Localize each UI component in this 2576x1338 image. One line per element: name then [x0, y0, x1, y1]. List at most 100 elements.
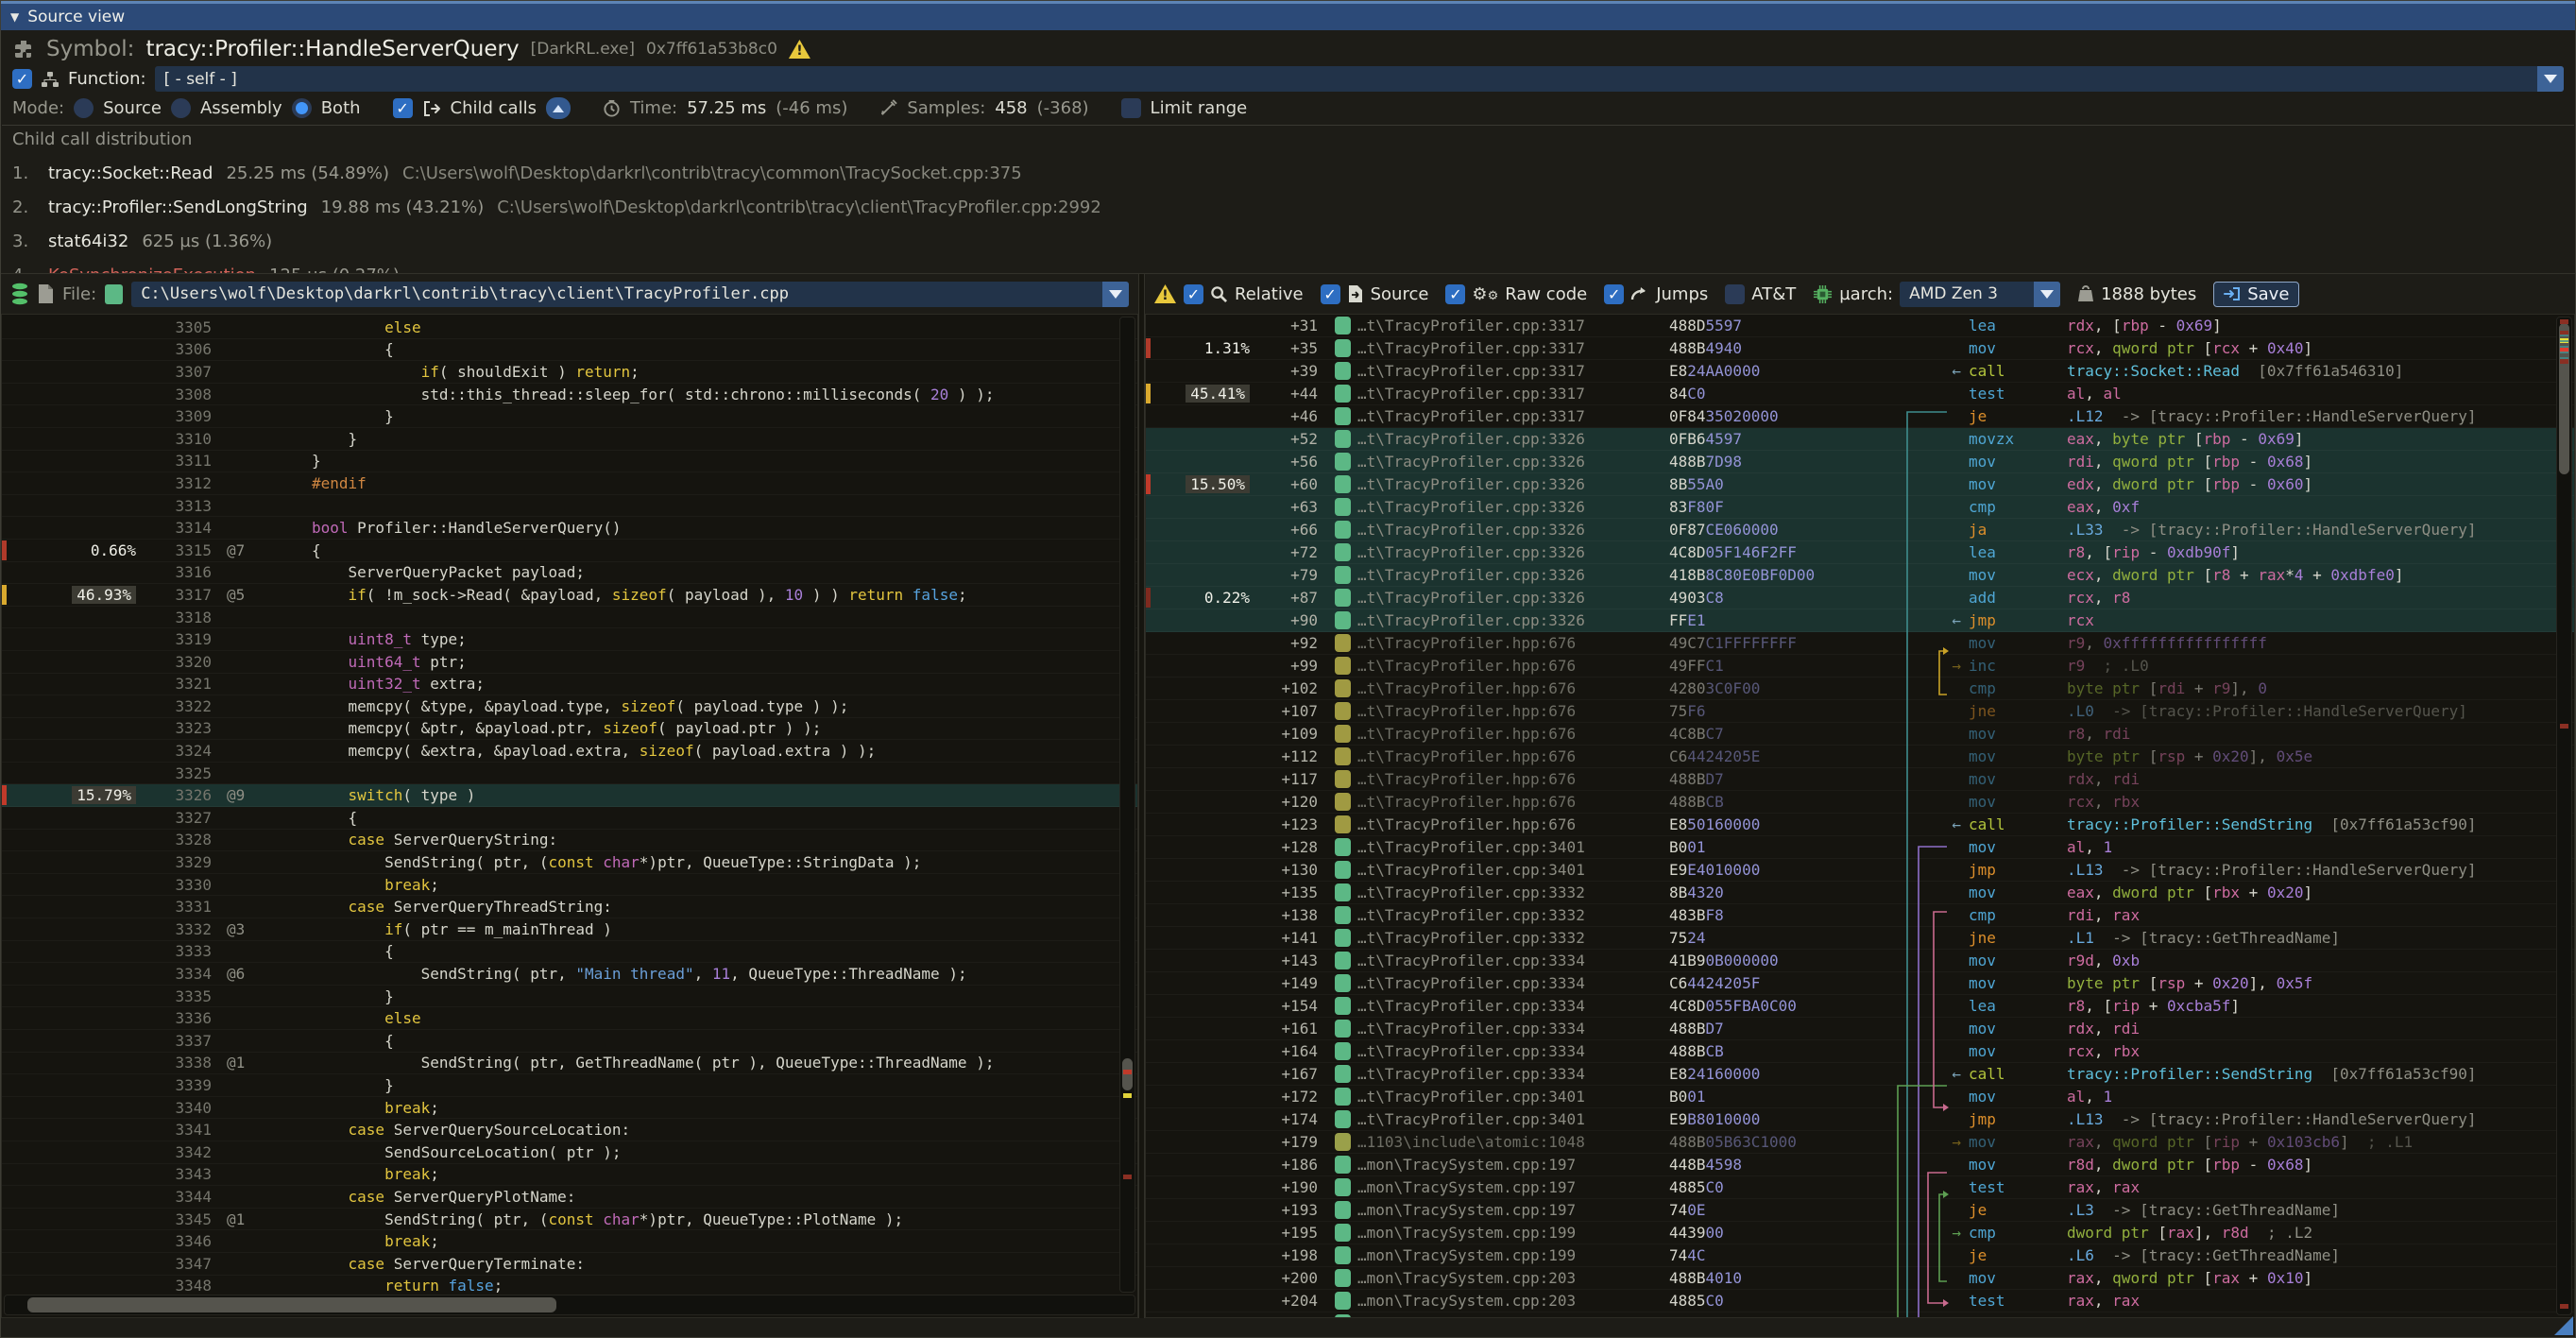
chevron-down-icon[interactable] — [1102, 282, 1129, 307]
att-label[interactable]: AT&T — [1751, 284, 1796, 304]
source-line[interactable]: 3329 SendString( ptr, (const char*)ptr, … — [2, 851, 1137, 874]
source-line[interactable]: 3310 } — [2, 428, 1137, 451]
asm-row[interactable]: +72…t\TracyProfiler.cpp:33264C8D05F146F2… — [1146, 541, 2574, 564]
asm-row[interactable]: +99…t\TracyProfiler.hpp:67649FFC1→incr9 … — [1146, 655, 2574, 678]
raw-code-checkbox[interactable] — [1445, 284, 1465, 304]
title-bar[interactable]: ▼ Source view — [1, 1, 2575, 30]
source-line[interactable]: 3327 { — [2, 807, 1137, 830]
source-hscrollbar[interactable] — [4, 1295, 1135, 1315]
asm-row[interactable]: +167…t\TracyProfiler.cpp:3334E824160000←… — [1146, 1063, 2574, 1086]
source-line[interactable]: 3308 std::this_thread::sleep_for( std::c… — [2, 384, 1137, 406]
asm-row[interactable]: +109…t\TracyProfiler.hpp:6764C8BC7movr8,… — [1146, 723, 2574, 746]
source-line[interactable]: 3318 — [2, 607, 1137, 629]
mode-option-source[interactable]: Source — [103, 98, 162, 118]
asm-row[interactable]: +190…mon\TracySystem.cpp:1974885C0testra… — [1146, 1176, 2574, 1199]
asm-row[interactable]: +66…t\TracyProfiler.cpp:33260F87CE060000… — [1146, 519, 2574, 541]
asm-row[interactable]: +120…t\TracyProfiler.hpp:676488BCBmovrcx… — [1146, 791, 2574, 814]
source-line[interactable]: 3311} — [2, 451, 1137, 473]
asm-row[interactable]: +39…t\TracyProfiler.cpp:3317E824AA0000←c… — [1146, 360, 2574, 383]
asm-row[interactable]: +193…mon\TracySystem.cpp:197740Eje.L3 ->… — [1146, 1199, 2574, 1222]
source-line[interactable]: 3347 case ServerQueryTerminate: — [2, 1253, 1137, 1276]
asm-row[interactable]: 45.41%+44…t\TracyProfiler.cpp:331784C0te… — [1146, 383, 2574, 405]
function-combo[interactable]: [ - self - ] — [155, 66, 2564, 92]
resize-grip[interactable] — [2554, 1316, 2573, 1335]
mode-radio-assembly[interactable] — [171, 98, 191, 118]
asm-row[interactable]: +174…t\TracyProfiler.cpp:3401E9B8010000j… — [1146, 1108, 2574, 1131]
source-line[interactable]: 3335 } — [2, 986, 1137, 1008]
source-line[interactable]: 3305 else — [2, 317, 1137, 339]
asm-row[interactable]: +46…t\TracyProfiler.cpp:33170F8435020000… — [1146, 405, 2574, 428]
source-line[interactable]: 3348 return false; — [2, 1276, 1137, 1293]
source-line[interactable]: 3345@1 SendString( ptr, (const char*)ptr… — [2, 1209, 1137, 1231]
mode-radio-source[interactable] — [74, 98, 94, 118]
uarch-combo[interactable]: AMD Zen 3 — [1900, 282, 2060, 307]
source-line[interactable]: 3316 ServerQueryPacket payload; — [2, 562, 1137, 585]
child-call-row[interactable]: 1.tracy::Socket::Read25.25 ms (54.89%)C:… — [12, 156, 2564, 190]
assembly-vscrollbar[interactable] — [2556, 317, 2572, 1315]
asm-row[interactable]: +31…t\TracyProfiler.cpp:3317488D5597lear… — [1146, 315, 2574, 337]
source-line[interactable]: 3321 uint32_t extra; — [2, 674, 1137, 696]
asm-row[interactable]: +149…t\TracyProfiler.cpp:3334C64424205Fm… — [1146, 972, 2574, 995]
hscroll-thumb[interactable] — [27, 1297, 556, 1312]
asm-row[interactable]: +123…t\TracyProfiler.hpp:676E850160000←c… — [1146, 814, 2574, 836]
asm-row[interactable]: +56…t\TracyProfiler.cpp:3326488B7D98movr… — [1146, 451, 2574, 473]
source-vscrollbar[interactable] — [1119, 317, 1135, 1293]
symbol-warning-icon[interactable] — [789, 40, 810, 59]
asm-row[interactable]: +204…mon\TracySystem.cpp:2034885C0testra… — [1146, 1290, 2574, 1312]
asm-row[interactable]: +172…t\TracyProfiler.cpp:3401B001moval, … — [1146, 1086, 2574, 1108]
asm-row[interactable]: +154…t\TracyProfiler.cpp:33344C8D055FBA0… — [1146, 995, 2574, 1018]
relative-label[interactable]: Relative — [1235, 284, 1304, 304]
mode-option-both[interactable]: Both — [321, 98, 361, 118]
source-line[interactable]: 3324 memcpy( &extra, &payload.extra, siz… — [2, 740, 1137, 763]
asm-row[interactable]: +143…t\TracyProfiler.cpp:333441B90B00000… — [1146, 950, 2574, 972]
att-checkbox[interactable] — [1725, 284, 1745, 304]
propagate-up-button[interactable] — [546, 97, 571, 119]
asm-row[interactable]: +179…1103\include\atomic:1048488B05B63C1… — [1146, 1131, 2574, 1154]
source-line[interactable]: 3330 break; — [2, 874, 1137, 897]
asm-row[interactable]: +79…t\TracyProfiler.cpp:3326418B8C80E0BF… — [1146, 564, 2574, 587]
source-line[interactable]: 3328 case ServerQueryString: — [2, 830, 1137, 852]
source-line[interactable]: 3314bool Profiler::HandleServerQuery() — [2, 517, 1137, 540]
asm-row[interactable]: +200…mon\TracySystem.cpp:203488B4010movr… — [1146, 1267, 2574, 1290]
chevron-down-icon[interactable] — [2537, 66, 2564, 92]
source-line[interactable]: 3313 — [2, 495, 1137, 518]
source-line[interactable]: 3339 } — [2, 1074, 1137, 1097]
child-calls-label[interactable]: Child calls — [451, 98, 537, 118]
source-line[interactable]: 3344 case ServerQueryPlotName: — [2, 1186, 1137, 1209]
asm-row[interactable]: +107…t\TracyProfiler.hpp:67675F6jne.L0 -… — [1146, 700, 2574, 723]
collapse-icon[interactable]: ▼ — [10, 10, 19, 24]
source-line[interactable]: 3325 — [2, 763, 1137, 785]
asm-row[interactable]: 15.50%+60…t\TracyProfiler.cpp:33268B55A0… — [1146, 473, 2574, 496]
asm-row[interactable]: +128…t\TracyProfiler.cpp:3401B001moval, … — [1146, 836, 2574, 859]
source-line[interactable]: 3336 else — [2, 1007, 1137, 1030]
asm-row[interactable]: +135…t\TracyProfiler.cpp:33328B4320movea… — [1146, 882, 2574, 904]
asm-row[interactable]: +92…t\TracyProfiler.hpp:67649C7C1FFFFFFF… — [1146, 632, 2574, 655]
limit-range-label[interactable]: Limit range — [1151, 98, 1248, 118]
asm-row[interactable]: +90…t\TracyProfiler.cpp:3326FFE1←jmprcx — [1146, 609, 2574, 632]
source-line[interactable]: 3331 case ServerQueryThreadString: — [2, 896, 1137, 918]
child-call-row[interactable]: 3.stat64i32625 µs (1.36%) — [12, 224, 2564, 258]
source-line[interactable]: 3338@1 SendString( ptr, GetThreadName( p… — [2, 1053, 1137, 1075]
source-line[interactable]: 3322 memcpy( &type, &payload.type, sizeo… — [2, 695, 1137, 718]
asm-row[interactable]: +102…t\TracyProfiler.hpp:67642803C0F00cm… — [1146, 678, 2574, 700]
asm-row[interactable]: +138…t\TracyProfiler.cpp:3332483BF8cmprd… — [1146, 904, 2574, 927]
source-line[interactable]: 15.79%3326@9 switch( type ) — [2, 784, 1137, 807]
asm-row[interactable]: +52…t\TracyProfiler.cpp:33260FB64597movz… — [1146, 428, 2574, 451]
source-line[interactable]: 3346 break; — [2, 1230, 1137, 1253]
jumps-label[interactable]: Jumps — [1656, 284, 1708, 304]
assembly-warning-icon[interactable] — [1154, 284, 1176, 303]
asm-row[interactable]: 0.22%+87…t\TracyProfiler.cpp:33264903C8a… — [1146, 587, 2574, 609]
asm-row[interactable]: +141…t\TracyProfiler.cpp:33327524jne.L1 … — [1146, 927, 2574, 950]
asm-row[interactable]: +112…t\TracyProfiler.hpp:676C64424205Emo… — [1146, 746, 2574, 768]
source-line[interactable]: 3320 uint64_t ptr; — [2, 651, 1137, 674]
source-line[interactable]: 3323 memcpy( &ptr, &payload.ptr, sizeof(… — [2, 718, 1137, 741]
source-line[interactable]: 3319 uint8_t type; — [2, 628, 1137, 651]
asm-row[interactable]: +186…mon\TracySystem.cpp:197448B4598movr… — [1146, 1154, 2574, 1176]
jumps-checkbox[interactable] — [1604, 284, 1624, 304]
source-line[interactable]: 3341 case ServerQuerySourceLocation: — [2, 1119, 1137, 1141]
mode-radio-both[interactable] — [292, 98, 312, 118]
function-checkbox[interactable] — [12, 69, 32, 89]
source-line[interactable]: 3340 break; — [2, 1097, 1137, 1120]
source-line[interactable]: 3309 } — [2, 405, 1137, 428]
asm-row[interactable]: +130…t\TracyProfiler.cpp:3401E9E4010000j… — [1146, 859, 2574, 882]
